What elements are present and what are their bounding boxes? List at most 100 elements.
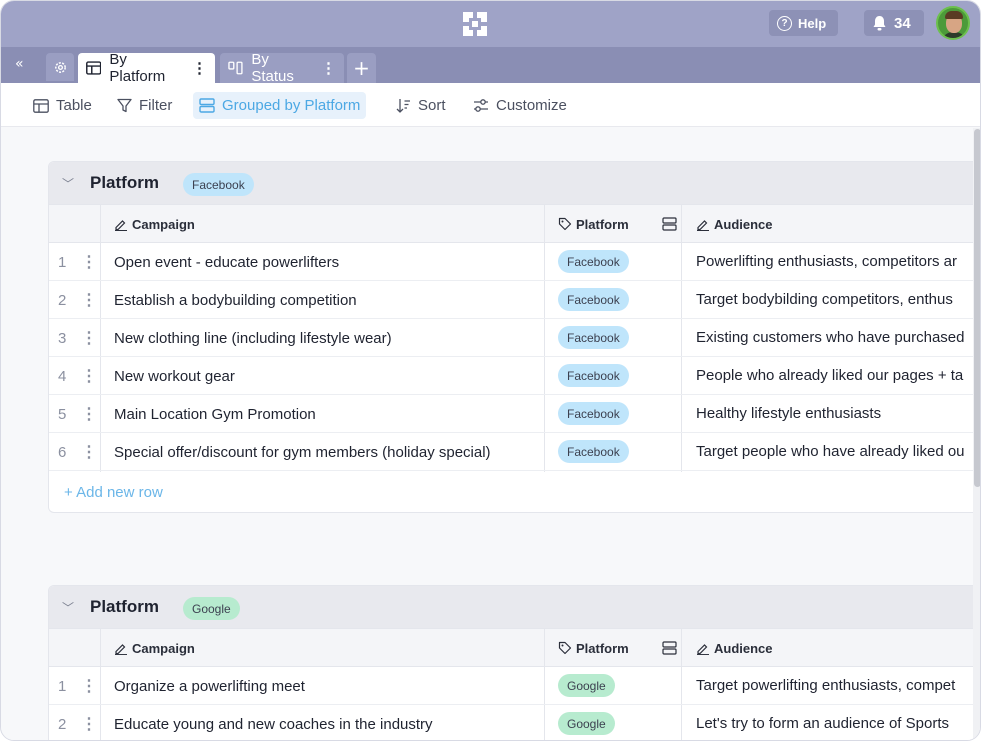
pencil-icon (115, 219, 127, 231)
table-row[interactable]: 3 ⋮ New clothing line (including lifesty… (49, 319, 973, 357)
audience-cell[interactable]: Target people who have already liked ou (696, 443, 973, 460)
campaign-cell[interactable]: New workout gear (114, 368, 235, 385)
campaign-cell[interactable]: Special offer/discount for gym members (… (114, 444, 491, 461)
audience-cell[interactable]: Target bodybilding competitors, enthus (696, 291, 973, 308)
table-row[interactable]: 4 ⋮ New workout gear Facebook People who… (49, 357, 973, 395)
audience-cell[interactable]: People who already liked our pages + ta (696, 367, 973, 384)
column-header-campaign[interactable]: Campaign (114, 629, 195, 667)
column-header-platform[interactable]: Platform (558, 205, 629, 243)
sort-label: Sort (418, 97, 446, 114)
customize-button[interactable]: Customize (467, 92, 573, 119)
table-icon (33, 98, 49, 113)
platform-badge[interactable]: Facebook (558, 440, 629, 463)
user-avatar[interactable] (936, 6, 970, 40)
platform-badge[interactable]: Google (558, 712, 615, 735)
platform-badge[interactable]: Facebook (558, 364, 629, 387)
column-header-audience[interactable]: Audience (696, 629, 773, 667)
group-google: ﹀ Platform Google Campaign Platform Audi… (48, 585, 974, 740)
grouped-column-icon (662, 205, 677, 243)
column-header-row: Campaign Platform Audience (49, 204, 973, 243)
column-header-audience[interactable]: Audience (696, 205, 773, 243)
row-menu-icon[interactable]: ⋮ (81, 404, 97, 424)
tab-menu-icon[interactable]: ⋮ (321, 59, 336, 77)
sort-icon (396, 99, 410, 113)
campaign-cell[interactable]: Establish a bodybuilding competition (114, 292, 357, 309)
chevron-down-icon[interactable]: ﹀ (62, 175, 74, 192)
row-menu-icon[interactable]: ⋮ (81, 328, 97, 348)
table-button[interactable]: Table (27, 92, 98, 119)
tab-by-platform[interactable]: By Platform ⋮ (78, 51, 215, 85)
notifications-count: 34 (894, 14, 911, 32)
app-window: ? Help 34 « By Platform ⋮ By Status ⋮ + … (0, 0, 981, 741)
scrollbar-thumb[interactable] (974, 129, 980, 487)
audience-cell[interactable]: Healthy lifestyle enthusiasts (696, 405, 973, 422)
campaign-cell[interactable]: New clothing line (including lifestyle w… (114, 330, 392, 347)
row-menu-icon[interactable]: ⋮ (81, 366, 97, 386)
help-label: Help (798, 15, 827, 31)
platform-badge[interactable]: Facebook (558, 288, 629, 311)
group-badge: Google (183, 597, 240, 620)
table-row[interactable]: 6 ⋮ Special offer/discount for gym membe… (49, 433, 973, 471)
row-number: 2 (58, 292, 67, 309)
app-logo (463, 12, 487, 36)
row-menu-icon[interactable]: ⋮ (81, 252, 97, 272)
tab-menu-icon[interactable]: ⋮ (192, 59, 207, 77)
tag-icon (558, 217, 572, 231)
row-number: 5 (58, 406, 67, 423)
platform-badge[interactable]: Facebook (558, 402, 629, 425)
help-button[interactable]: ? Help (769, 10, 838, 36)
row-menu-icon[interactable]: ⋮ (81, 714, 97, 734)
add-new-row-link[interactable]: + Add new row (64, 484, 163, 501)
gear-icon (54, 61, 66, 73)
campaign-cell[interactable]: Organize a powerlifting meet (114, 678, 305, 695)
campaign-cell[interactable]: Main Location Gym Promotion (114, 406, 316, 423)
audience-cell[interactable]: Existing customers who have purchased (696, 329, 973, 346)
group-badge: Facebook (183, 173, 254, 196)
table-row[interactable]: 2 ⋮ Educate young and new coaches in the… (49, 705, 973, 740)
help-icon: ? (777, 15, 792, 31)
table-row[interactable]: 5 ⋮ Main Location Gym Promotion Facebook… (49, 395, 973, 433)
platform-badge[interactable]: Google (558, 674, 615, 697)
group-icon (199, 98, 215, 113)
row-number: 4 (58, 368, 67, 385)
platform-badge[interactable]: Facebook (558, 326, 629, 349)
row-menu-icon[interactable]: ⋮ (81, 676, 97, 696)
filter-icon (117, 98, 132, 113)
column-header-platform[interactable]: Platform (558, 629, 629, 667)
group-title: Platform (90, 597, 159, 616)
chevron-down-icon[interactable]: ﹀ (62, 599, 74, 616)
tab-label: By Status (251, 51, 294, 85)
table-row[interactable]: 1 ⋮ Organize a powerlifting meet Google … (49, 667, 973, 705)
sort-button[interactable]: Sort (390, 92, 452, 119)
audience-cell[interactable]: Let's try to form an audience of Sports (696, 715, 973, 732)
notifications-button[interactable]: 34 (864, 10, 924, 36)
pencil-icon (115, 643, 127, 655)
kanban-icon (228, 61, 243, 75)
group-by-button[interactable]: Grouped by Platform (193, 92, 367, 119)
row-number: 3 (58, 330, 67, 347)
view-settings-button[interactable] (46, 53, 74, 81)
group-icon (662, 641, 677, 655)
pencil-icon (697, 643, 709, 655)
customize-label: Customize (496, 97, 567, 114)
filter-button[interactable]: Filter (111, 92, 178, 119)
campaign-cell[interactable]: Educate young and new coaches in the ind… (114, 716, 433, 733)
column-header-campaign[interactable]: Campaign (114, 205, 195, 243)
row-menu-icon[interactable]: ⋮ (81, 290, 97, 310)
filter-label: Filter (139, 97, 173, 114)
table-label: Table (56, 97, 92, 114)
table-row[interactable]: 1 ⋮ Open event - educate powerlifters Fa… (49, 243, 973, 281)
row-menu-icon[interactable]: ⋮ (81, 442, 97, 462)
add-view-button[interactable]: + (347, 53, 376, 83)
row-number: 2 (58, 716, 67, 733)
collapse-sidebar-icon[interactable]: « (15, 56, 24, 72)
group-header[interactable]: ﹀ Platform Google (49, 586, 973, 628)
platform-badge[interactable]: Facebook (558, 250, 629, 273)
tab-by-status[interactable]: By Status ⋮ (220, 51, 344, 85)
audience-cell[interactable]: Powerlifting enthusiasts, competitors ar (696, 253, 973, 270)
audience-cell[interactable]: Target powerlifting enthusiasts, compet (696, 677, 973, 694)
table-row[interactable]: 2 ⋮ Establish a bodybuilding competition… (49, 281, 973, 319)
campaign-cell[interactable]: Open event - educate powerlifters (114, 254, 339, 271)
group-header[interactable]: ﹀ Platform Facebook (49, 162, 973, 204)
column-header-row: Campaign Platform Audience (49, 628, 973, 667)
